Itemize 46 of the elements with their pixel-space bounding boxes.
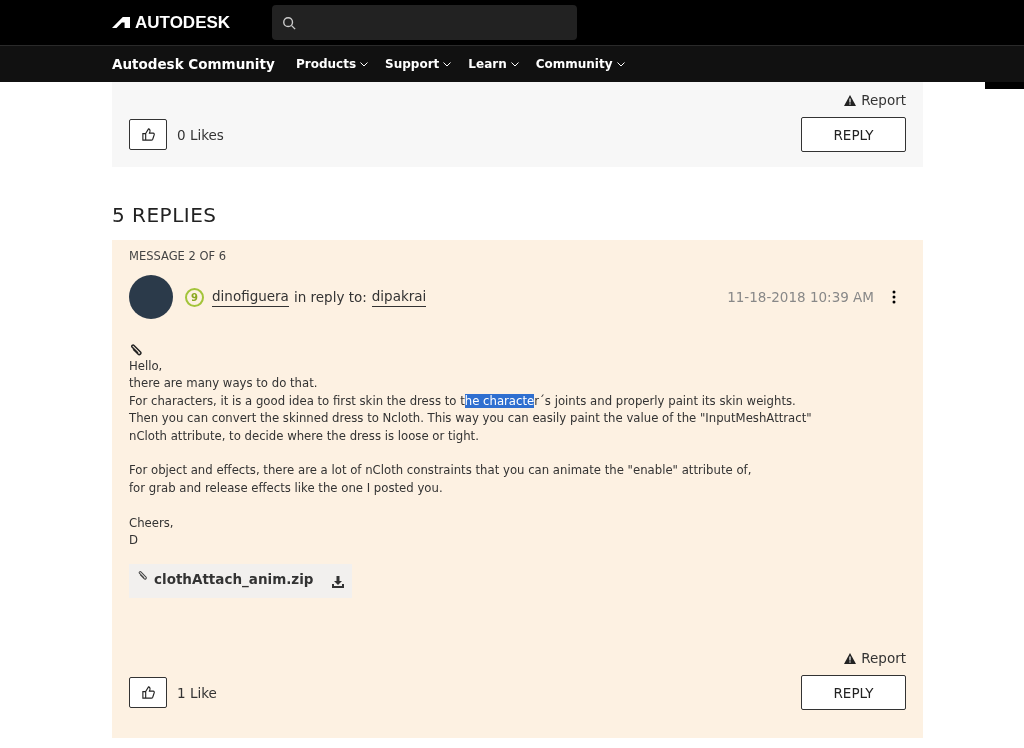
autodesk-logo[interactable]: AUTODESK [112,12,231,33]
like-button[interactable] [129,119,167,150]
chevron-down-icon [360,61,369,67]
message-text-line: Cheers, [129,514,174,532]
report-link[interactable]: Report [844,92,906,108]
like-button[interactable] [129,677,167,709]
author-link[interactable]: dinofiguera [212,287,289,307]
chevron-down-icon [616,61,625,67]
rank-badge: 9 [185,287,204,307]
chevron-down-icon [443,61,452,67]
in-reply-to-label: in reply to: [293,289,367,305]
search-icon [282,15,297,30]
nav-menu[interactable]: Community [535,57,625,71]
reply-button[interactable]: REPLY [801,675,906,711]
nav-menu[interactable]: Products [296,57,369,71]
search-field[interactable] [272,5,578,40]
site-title[interactable]: Autodesk Community [112,56,296,72]
thumbs-up-icon [140,127,156,142]
avatar[interactable] [129,275,173,319]
replies-heading: 5 REPLIES [112,203,218,227]
likes-count: 0 Likes [177,126,224,143]
message-text-line: there are many ways to do that. [129,375,318,393]
message-counter: MESSAGE 2 OF 6 [129,249,228,263]
message-text-line: for grab and release effects like the one I posted you. [129,479,443,497]
paperclip-icon [137,570,148,582]
message-text-line: nCloth attribute, to decide where the dress is loose or tight. [129,427,479,445]
download-icon[interactable] [331,576,344,589]
chevron-down-icon [510,61,519,67]
likes-count: 1 Like [177,684,217,701]
warning-icon [844,94,857,106]
message-text-line: D [129,532,138,550]
nav-menu[interactable]: Support [385,57,452,71]
thumbs-up-icon [140,685,156,701]
attachment-link[interactable]: clothAttach_anim.zip [154,571,314,588]
message-text-line: Then you can convert the skinned dress to Ncloth. This way you can easily paint the value of the "InputMeshAttract" [129,410,812,428]
reply-to-user-link[interactable]: dipakrai [371,287,427,307]
edge-strip [985,82,1024,89]
post-date: 11-18-2018 10:39 AM [727,289,874,305]
nav-menu[interactable]: Learn [468,57,519,71]
reply-button[interactable]: REPLY [801,117,906,152]
more-options-icon[interactable] [892,290,896,304]
message-text-line: For object and effects, there are a lot of nCloth constraints that you can animate the "enable" attribute of, [129,462,752,480]
paperclip-icon [129,343,143,357]
message-text-line: Hello, [129,358,163,375]
report-link[interactable]: Report [844,650,906,667]
warning-icon [844,652,857,664]
